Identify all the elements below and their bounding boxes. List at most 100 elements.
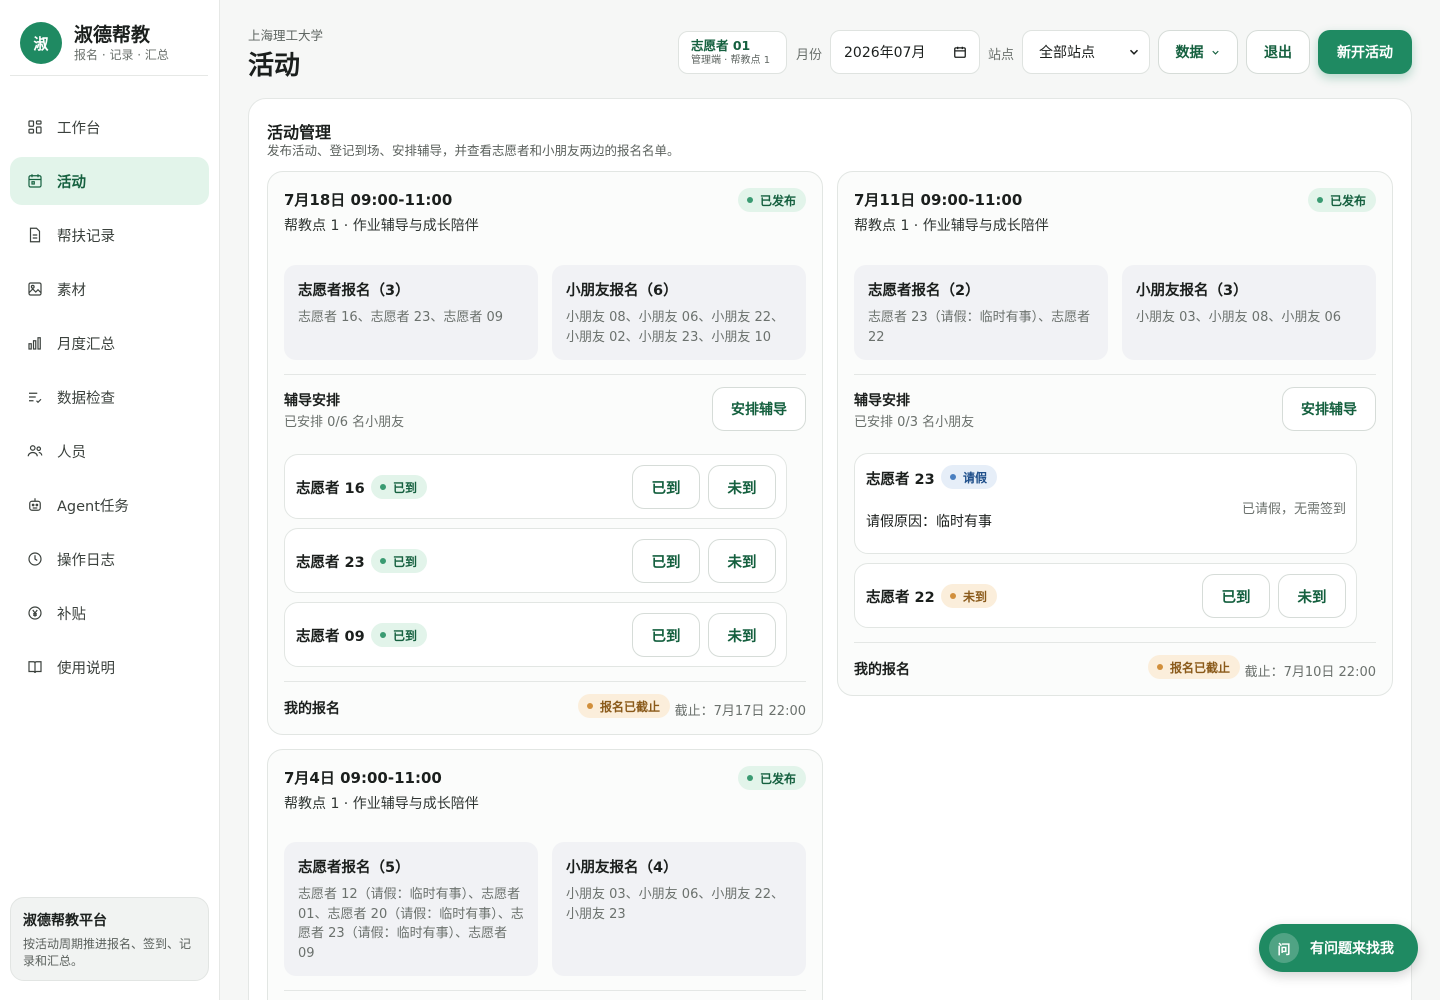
signup-closed-text: 报名已截止 [600, 699, 661, 714]
activity-site: 帮教点 1 · 作业辅导与成长陪伴 [284, 218, 479, 234]
signup-closed-badge: 报名已截止 [1148, 655, 1241, 679]
sidebar-item-label: 数据检查 [57, 390, 115, 407]
sidebar-item-people[interactable]: 人员 [10, 427, 209, 475]
volunteer-signups-list: 志愿者 12（请假：临时有事）、志愿者 01、志愿者 20（请假：临时有事）、志… [298, 887, 524, 961]
kid-signups: 小朋友报名（4） 小朋友 03、小朋友 06、小朋友 22、小朋友 23 [552, 842, 806, 976]
volunteer-signups-list: 志愿者 16、志愿者 23、志愿者 09 [298, 310, 504, 325]
status-dot [380, 484, 386, 490]
bar-chart-icon [28, 337, 41, 350]
sidebar-item-label: 月度汇总 [57, 336, 115, 353]
activity-date: 7月4日 09:00-11:00 [284, 769, 442, 787]
volunteer-name: 志愿者 22 [866, 590, 935, 606]
sidebar-item-operation-log[interactable]: 操作日志 [10, 535, 209, 583]
sidebar-item-label: 素材 [57, 282, 86, 299]
mark-arrived-button[interactable]: 已到 [632, 613, 700, 657]
brand[interactable]: 淑 淑德帮教 报名 · 记录 · 汇总 [20, 22, 169, 64]
status-dot [380, 558, 386, 564]
status-dot [950, 593, 956, 599]
month-input[interactable]: 2026年07月 [830, 30, 980, 74]
university-name: 上海理工大学 [248, 28, 324, 43]
book-icon [28, 661, 42, 674]
volunteer-signups: 志愿者报名（3） 志愿者 16、志愿者 23、志愿者 09 [284, 265, 538, 360]
sidebar: 淑 淑德帮教 报名 · 记录 · 汇总 工作台 活动 帮扶记录 素材 月度汇总 [0, 0, 220, 1000]
site-value: 全部站点 [1039, 45, 1095, 61]
activity-card: 7月11日 09:00-11:00 帮教点 1 · 作业辅导与成长陪伴 已发布 … [837, 171, 1393, 696]
sidebar-item-monthly-summary[interactable]: 月度汇总 [10, 319, 209, 367]
kid-signups-title: 小朋友报名（3） [1136, 283, 1248, 299]
mark-absent-button[interactable]: 未到 [1278, 574, 1346, 618]
user-chip[interactable]: 志愿者 01 管理端 · 帮教点 1 [678, 31, 787, 74]
status-text: 已发布 [759, 771, 796, 786]
document-icon [29, 227, 41, 243]
page-title: 活动 [248, 51, 301, 81]
status-dot [1157, 664, 1163, 670]
logout-button[interactable]: 退出 [1246, 30, 1310, 74]
site-select[interactable]: 全部站点 [1022, 30, 1150, 74]
help-chat-button[interactable]: 问 有问题来找我 [1259, 924, 1418, 972]
leave-note: 已请假，无需签到 [1241, 502, 1346, 517]
platform-name: 淑德帮教平台 [23, 913, 107, 929]
volunteer-name: 志愿者 23 [866, 472, 935, 488]
attendance-badge: 已到 [371, 623, 428, 647]
new-activity-button[interactable]: 新开活动 [1318, 30, 1412, 74]
volunteer-signups: 志愿者报名（2） 志愿者 23（请假：临时有事）、志愿者 22 [854, 265, 1108, 360]
sidebar-item-dashboard[interactable]: 工作台 [10, 103, 209, 151]
sidebar-item-materials[interactable]: 素材 [10, 265, 209, 313]
sidebar-item-agent-tasks[interactable]: Agent任务 [10, 481, 209, 529]
platform-description: 按活动周期推进报名、签到、记录和汇总。 [23, 937, 192, 968]
status-dot [587, 703, 593, 709]
sidebar-item-records[interactable]: 帮扶记录 [10, 211, 209, 259]
sidebar-item-manual[interactable]: 使用说明 [10, 643, 209, 691]
sidebar-item-subsidy[interactable]: 补贴 [10, 589, 209, 637]
data-menu-button[interactable]: 数据 [1158, 30, 1238, 74]
sidebar-item-label: 活动 [57, 174, 86, 191]
kid-signups: 小朋友报名（3） 小朋友 03、小朋友 08、小朋友 06 [1122, 265, 1376, 360]
activity-management-panel: 活动管理 发布活动、登记到场、安排辅导，并查看志愿者和小朋友两边的报名名单。 7… [248, 98, 1412, 1000]
chevron-down-icon [1129, 49, 1139, 55]
mark-arrived-button[interactable]: 已到 [632, 465, 700, 509]
sidebar-item-activities[interactable]: 活动 [10, 157, 209, 205]
brand-subtitle: 报名 · 记录 · 汇总 [74, 48, 169, 62]
divider [284, 990, 806, 991]
month-value: 2026年07月 [844, 45, 926, 61]
status-dot [746, 775, 753, 781]
signup-closed-text: 报名已截止 [1170, 660, 1231, 675]
sidebar-item-label: 人员 [57, 444, 86, 461]
mark-absent-button[interactable]: 未到 [708, 613, 776, 657]
sidebar-item-data-check[interactable]: 数据检查 [10, 373, 209, 421]
divider [854, 642, 1376, 643]
mark-arrived-button[interactable]: 已到 [1202, 574, 1270, 618]
brand-logo: 淑 [20, 22, 62, 64]
attendance-text: 未到 [963, 589, 988, 604]
volunteer-signups: 志愿者报名（5） 志愿者 12（请假：临时有事）、志愿者 01、志愿者 20（请… [284, 842, 538, 976]
help-icon: 问 [1269, 933, 1299, 963]
divider [854, 374, 1376, 375]
arrange-tutoring-button[interactable]: 安排辅导 [1282, 387, 1376, 431]
volunteer-signups-title: 志愿者报名（5） [298, 860, 410, 876]
attendance-badge: 未到 [941, 584, 998, 608]
help-label: 有问题来找我 [1310, 941, 1394, 957]
user-role: 管理端 · 帮教点 1 [691, 55, 771, 66]
mark-arrived-button[interactable]: 已到 [632, 539, 700, 583]
kid-signups-title: 小朋友报名（4） [566, 860, 678, 876]
dashboard-icon [28, 120, 42, 134]
site-label: 站点 [988, 48, 1015, 63]
sidebar-item-label: 帮扶记录 [57, 228, 115, 245]
arrange-tutoring-button[interactable]: 安排辅导 [712, 387, 806, 431]
calendar-icon [954, 46, 966, 58]
volunteer-row: 志愿者 22 未到 已到 未到 [854, 563, 1357, 628]
platform-info-card: 淑德帮教平台 按活动周期推进报名、签到、记录和汇总。 [10, 897, 209, 981]
month-label: 月份 [796, 48, 823, 63]
volunteer-signups-title: 志愿者报名（3） [298, 283, 410, 299]
activity-card: 7月4日 09:00-11:00 帮教点 1 · 作业辅导与成长陪伴 已发布 志… [267, 749, 823, 1000]
sidebar-nav: 工作台 活动 帮扶记录 素材 月度汇总 数据检查 人员 Agent任务 操作日志… [10, 103, 209, 697]
mark-absent-button[interactable]: 未到 [708, 539, 776, 583]
calendar-icon [28, 174, 42, 188]
leave-reason: 请假原因：临时有事 [866, 514, 992, 530]
sidebar-item-label: Agent任务 [57, 498, 129, 515]
attendance-badge: 已到 [371, 549, 428, 573]
my-signup-label: 我的报名 [284, 701, 340, 717]
mark-absent-button[interactable]: 未到 [708, 465, 776, 509]
volunteer-name: 志愿者 09 [296, 629, 365, 645]
status-badge: 已发布 [737, 188, 806, 212]
